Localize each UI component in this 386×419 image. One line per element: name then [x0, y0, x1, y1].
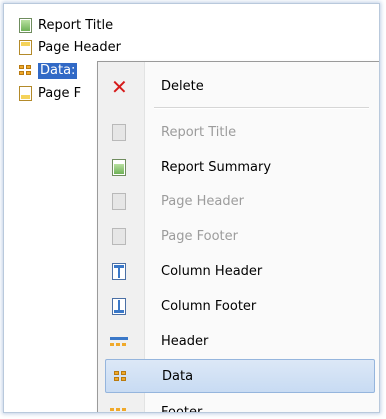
column-header-icon	[110, 263, 128, 281]
report-summary-icon	[110, 159, 128, 177]
delete-x-icon: ✕	[111, 75, 128, 99]
header-icon	[110, 333, 128, 351]
column-footer-icon	[110, 298, 128, 316]
report-title-icon	[110, 124, 128, 142]
page-footer-band-icon	[18, 85, 34, 103]
tree-item-page-header[interactable]: Page Header	[18, 38, 121, 58]
menu-item-label: Header	[161, 334, 209, 349]
menu-item-column-footer[interactable]: Column Footer	[98, 290, 379, 324]
menu-item-footer[interactable]: Footer	[98, 396, 379, 413]
menu-item-label: Report Summary	[161, 160, 272, 175]
menu-item-column-header[interactable]: Column Header	[98, 255, 379, 289]
menu-item-page-header[interactable]: Page Header	[98, 185, 379, 219]
tree-item-page-footer[interactable]: Page F	[18, 84, 81, 104]
menu-item-header[interactable]: Header	[98, 325, 379, 359]
tree-item-label: Page Header	[38, 40, 121, 55]
menu-item-page-footer[interactable]: Page Footer	[98, 220, 379, 254]
tree-item-label: Report Title	[38, 18, 114, 33]
page-footer-icon	[110, 228, 128, 246]
tree-item-data[interactable]: Data:	[18, 61, 79, 81]
report-title-band-icon	[18, 17, 34, 35]
menu-item-delete[interactable]: ✕ Delete	[98, 70, 379, 104]
menu-item-label: Footer	[161, 405, 203, 413]
menu-item-report-summary[interactable]: Report Summary	[98, 151, 379, 185]
context-menu: ✕ Delete Report Title Report Summary Pag…	[97, 61, 379, 413]
menu-item-label: Data	[162, 369, 194, 384]
footer-icon	[110, 404, 128, 412]
menu-separator	[154, 107, 369, 109]
report-tree-panel: Report Title Page Header Data: Page F ✕ …	[3, 3, 380, 413]
menu-item-label: Report Title	[161, 125, 237, 140]
tree-item-label: Page F	[38, 86, 82, 101]
tree-item-label: Data:	[36, 62, 79, 80]
data-band-icon	[18, 62, 34, 80]
menu-item-data[interactable]: Data	[105, 359, 375, 393]
menu-item-label: Page Footer	[161, 229, 238, 244]
menu-item-label: Page Header	[161, 194, 244, 209]
data-icon	[111, 368, 129, 386]
page-header-icon	[110, 193, 128, 211]
menu-item-report-title[interactable]: Report Title	[98, 116, 379, 150]
page-header-band-icon	[18, 39, 34, 57]
tree-item-report-title[interactable]: Report Title	[18, 16, 113, 36]
menu-item-label: Column Footer	[161, 299, 257, 314]
menu-item-label: Delete	[161, 79, 204, 94]
menu-item-label: Column Header	[161, 264, 263, 279]
